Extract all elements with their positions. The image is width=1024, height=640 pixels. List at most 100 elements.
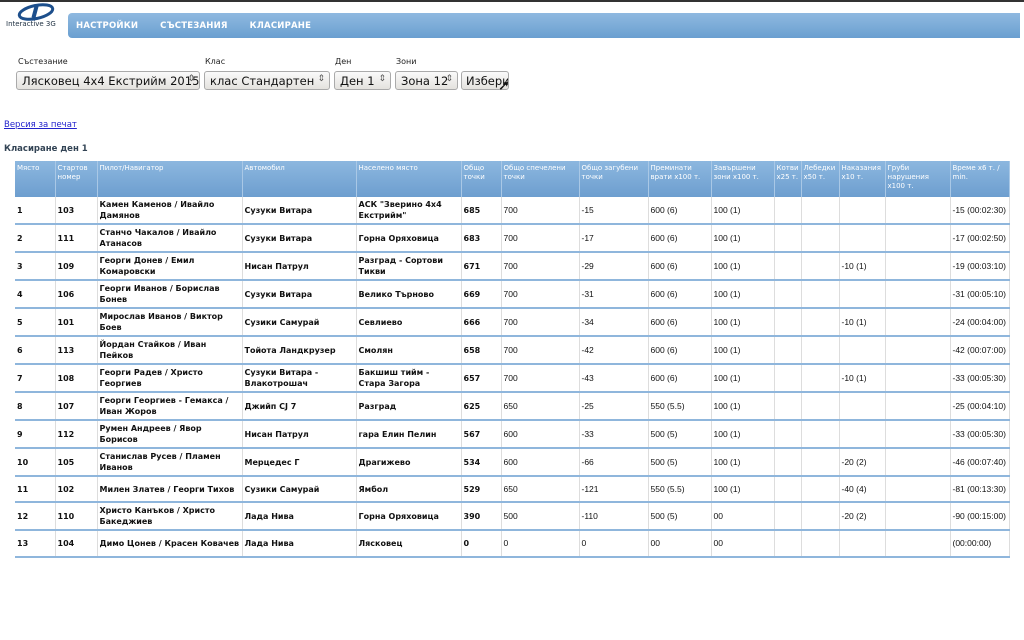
cell-gates: 600 (6) — [648, 280, 712, 309]
cell-penalties — [839, 420, 886, 449]
print-version-link[interactable]: Версия за печат — [4, 120, 77, 130]
competition-select[interactable]: Лясковец 4х4 Екстрийм 2015 ⇕ — [16, 71, 200, 90]
cell-anchors — [774, 476, 802, 504]
cell-start-number: 113 — [55, 336, 98, 365]
cell-zones: 100 (1) — [711, 224, 775, 253]
cell-points-lost: -43 — [579, 364, 649, 393]
cell-anchors — [774, 392, 802, 421]
cell-place: 12 — [15, 502, 56, 532]
class-select[interactable]: клас Стандартен ⇕ — [204, 71, 330, 90]
cell-town: Бакшиш тийм - Стара Загора — [356, 364, 462, 393]
cell-penalties: -20 (2) — [839, 448, 886, 477]
cell-points-won: 700 — [501, 280, 580, 309]
header-pilot-navigator[interactable]: Пилот/Навигатор — [97, 161, 243, 197]
table-row: 13 104 Димо Цонев / Красен Ковачев Лада Нив… — [15, 530, 1010, 558]
cell-winches — [801, 364, 840, 393]
header-zones[interactable]: Завършени зони x100 т. — [711, 161, 775, 197]
cell-car: Тойота Ландкрузер — [242, 336, 357, 365]
cell-violations — [885, 336, 951, 365]
header-total-points[interactable]: Общо точки — [461, 161, 502, 197]
cell-points-won: 700 — [501, 336, 580, 365]
cell-gates: 500 (5) — [648, 420, 712, 449]
cell-start-number: 107 — [55, 392, 98, 421]
nav-rankings[interactable]: КЛАСИРАНЕ — [250, 21, 311, 31]
select-arrows-icon: ⇕ — [317, 74, 325, 84]
nav-settings[interactable]: НАСТРОЙКИ — [76, 21, 138, 31]
cell-car: Лада Нива — [242, 502, 357, 532]
cell-winches — [801, 530, 840, 558]
cell-points-won: 700 — [501, 364, 580, 393]
zones-select[interactable]: Зона 12 ⇕ — [395, 71, 458, 90]
cell-anchors — [774, 502, 802, 532]
cell-start-number: 109 — [55, 252, 98, 281]
table-row: 3 109 Георги Донев / Емил Комаровски Нисан … — [15, 252, 1010, 281]
cell-points-won: 650 — [501, 476, 580, 504]
cell-time: -31 (00:05:10) — [950, 280, 1010, 309]
cell-points-lost: -17 — [579, 224, 649, 253]
cell-violations — [885, 280, 951, 309]
nav-competitions[interactable]: СЪСТЕЗАНИЯ — [160, 21, 227, 31]
cell-town: Смолян — [356, 336, 462, 365]
cell-penalties: -10 (1) — [839, 308, 886, 337]
class-value: клас Стандартен — [210, 74, 315, 88]
header-gates[interactable]: Преминати врати x100 т. — [648, 161, 712, 197]
header-winches[interactable]: Лебедки x50 т. — [801, 161, 840, 197]
cell-penalties — [839, 336, 886, 365]
cell-start-number: 106 — [55, 280, 98, 309]
cell-gates: 550 (5.5) — [648, 476, 712, 504]
cell-points-won: 700 — [501, 252, 580, 281]
cell-start-number: 111 — [55, 224, 98, 253]
cell-pilot-navigator: Мирослав Иванов / Виктор Боев — [97, 308, 243, 337]
cell-town: Разград — [356, 392, 462, 421]
header-anchors[interactable]: Котви x25 т. — [774, 161, 802, 197]
header-town[interactable]: Населено място — [356, 161, 462, 197]
cell-town: Горна Оряховица — [356, 502, 462, 532]
header-start-number[interactable]: Стартов номер — [55, 161, 98, 197]
cell-car: Сузуки Витара — [242, 280, 357, 309]
cell-zones: 100 (1) — [711, 197, 775, 225]
cell-gates: 600 (6) — [648, 308, 712, 337]
select-arrows-icon: ⇕ — [378, 74, 386, 84]
cell-time: (00:00:00) — [950, 530, 1010, 558]
cell-pilot-navigator: Георги Донев / Емил Комаровски — [97, 252, 243, 281]
cell-town: Ямбол — [356, 476, 462, 504]
cell-car: Сузуки Витара - Влакотрошач — [242, 364, 357, 393]
cell-town: Велико Търново — [356, 280, 462, 309]
cell-pilot-navigator: Георги Георгиев - Гемакса / Иван Жоров — [97, 392, 243, 421]
header-violations[interactable]: Груби нарушения x100 т. — [885, 161, 951, 197]
header-place[interactable]: Място — [15, 161, 56, 197]
cell-anchors — [774, 224, 802, 253]
cell-penalties: -10 (1) — [839, 364, 886, 393]
logo[interactable]: Interactive 3G — [4, 3, 62, 29]
table-row: 7 108 Георги Радев / Христо Георгиев Сузуки… — [15, 364, 1010, 393]
cell-points-lost: -66 — [579, 448, 649, 477]
cell-pilot-navigator: Милен Златев / Георги Тихов — [97, 476, 243, 504]
table-row: 1 103 Камен Каменов / Ивайло Дамянов Сузуки… — [15, 197, 1010, 225]
cell-town: Севлиево — [356, 308, 462, 337]
cell-time: -17 (00:02:50) — [950, 224, 1010, 253]
header-points-lost[interactable]: Общо загубени точки — [579, 161, 649, 197]
header-car[interactable]: Автомобил — [242, 161, 357, 197]
header-time[interactable]: Време x6 т. / min. — [950, 161, 1010, 197]
header-penalties[interactable]: Наказания x10 т. — [839, 161, 886, 197]
cell-time: -90 (00:15:00) — [950, 502, 1010, 532]
cell-pilot-navigator: Георги Радев / Христо Георгиев — [97, 364, 243, 393]
cell-points-won: 700 — [501, 308, 580, 337]
cell-place: 1 — [15, 197, 56, 225]
cell-anchors — [774, 420, 802, 449]
cell-start-number: 108 — [55, 364, 98, 393]
cell-anchors — [774, 364, 802, 393]
cell-penalties — [839, 197, 886, 225]
cell-start-number: 101 — [55, 308, 98, 337]
cell-zones: 100 (1) — [711, 308, 775, 337]
cell-zones: 100 (1) — [711, 252, 775, 281]
cell-pilot-navigator: Станчо Чакалов / Ивайло Атанасов — [97, 224, 243, 253]
zones-label: Зони — [396, 57, 417, 66]
header-points-won[interactable]: Общо спечелени точки — [501, 161, 580, 197]
cell-zones: 100 (1) — [711, 280, 775, 309]
table-header-row: Място Стартов номер Пилот/Навигатор Автомоб… — [15, 161, 1010, 197]
day-select[interactable]: Ден 1 ⇕ — [334, 71, 391, 90]
cell-winches — [801, 224, 840, 253]
cell-total-points: 666 — [461, 308, 502, 337]
cell-winches — [801, 476, 840, 504]
